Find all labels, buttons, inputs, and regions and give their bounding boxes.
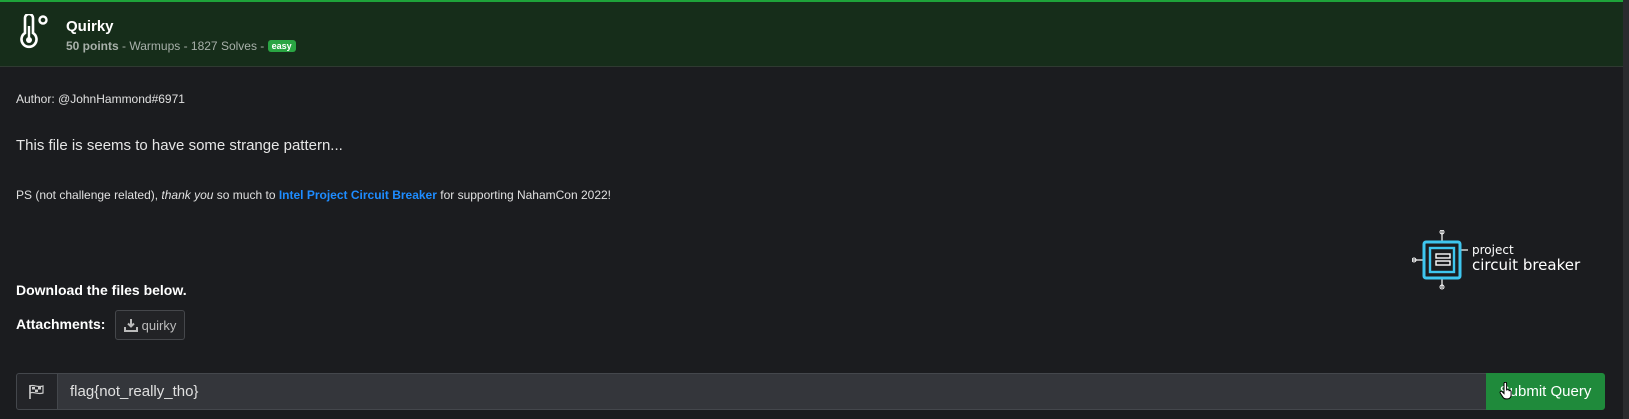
logo-text-line2: circuit breaker — [1472, 256, 1581, 274]
challenge-card: Quirky 50 points - Warmups - 1827 Solves… — [0, 0, 1623, 419]
checkered-flag-icon — [29, 384, 44, 399]
challenge-points: 50 points — [66, 39, 119, 53]
sponsor-link[interactable]: Intel Project Circuit Breaker — [279, 188, 437, 202]
attachment-quirky-button[interactable]: quirky — [115, 310, 185, 340]
download-heading: Download the files below. — [16, 282, 187, 298]
sponsor-note: PS (not challenge related), thank you so… — [16, 188, 611, 202]
challenge-header: Quirky 50 points - Warmups - 1827 Solves… — [0, 0, 1623, 67]
circuit-breaker-logo: project circuit breaker — [1412, 230, 1581, 290]
scrollbar-track[interactable] — [1623, 0, 1629, 419]
logo-text-line1: project — [1472, 243, 1514, 257]
download-icon — [123, 318, 138, 332]
challenge-title: Quirky — [66, 18, 114, 35]
difficulty-badge: easy — [267, 40, 296, 52]
submit-button[interactable]: Submit Query — [1486, 373, 1605, 410]
submit-button-label: Submit Query — [1499, 383, 1592, 400]
sponsor-note-suffix: for supporting NahamCon 2022! — [436, 188, 612, 202]
flag-input[interactable] — [58, 373, 1486, 410]
challenge-meta: 50 points - Warmups - 1827 Solves - easy — [66, 39, 296, 53]
sponsor-note-middle: so much to — [213, 188, 279, 202]
flag-submit-form: Submit Query — [16, 373, 1605, 410]
attachment-name: quirky — [141, 317, 177, 333]
author-line: Author: @JohnHammond#6971 — [16, 92, 185, 106]
sponsor-note-prefix: PS (not challenge related), — [16, 188, 162, 202]
challenge-description: This file is seems to have some strange … — [16, 137, 343, 154]
sponsor-note-italic: thank you — [161, 188, 214, 202]
thermometer-icon — [20, 14, 48, 49]
input-prefix — [16, 373, 58, 410]
attachments-label: Attachments: — [16, 316, 106, 332]
challenge-category-solves: - Warmups - 1827 Solves - — [118, 39, 268, 53]
